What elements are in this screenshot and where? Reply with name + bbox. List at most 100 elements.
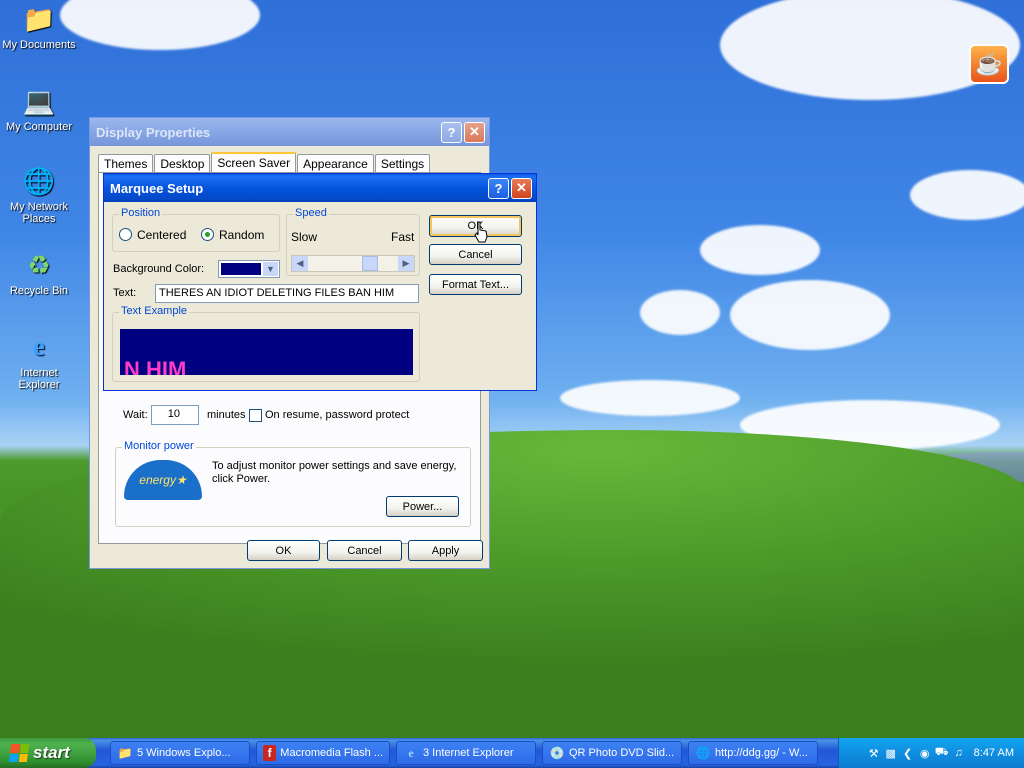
- desktop-icon-my-computer[interactable]: 💻 My Computer: [0, 84, 78, 134]
- network-icon[interactable]: ◉: [918, 746, 932, 760]
- taskbar: start 📁 5 Windows Explo... f Macromedia …: [0, 738, 1024, 768]
- scroll-right-icon[interactable]: ▶: [398, 256, 414, 271]
- help-button[interactable]: ?: [488, 177, 509, 199]
- security-icon[interactable]: ⛟: [935, 746, 949, 760]
- chevron-left-icon[interactable]: ❮: [901, 746, 915, 760]
- energy-star-icon: energy ★: [124, 460, 202, 500]
- web-icon: 🌐: [695, 746, 711, 760]
- background-color-label: Background Color:: [113, 263, 205, 275]
- taskbar-item-internet-explorer[interactable]: e 3 Internet Explorer: [396, 741, 536, 765]
- cancel-button[interactable]: Cancel: [429, 244, 522, 265]
- desktop-icon-internet-explorer[interactable]: e Internet Explorer: [0, 330, 78, 391]
- monitor-power-description: To adjust monitor power settings and sav…: [212, 460, 457, 485]
- group-label: Text Example: [119, 305, 190, 317]
- cloud: [730, 280, 890, 350]
- close-button[interactable]: ✕: [464, 121, 485, 143]
- computer-icon: 💻: [22, 85, 56, 116]
- cancel-button[interactable]: Cancel: [327, 540, 402, 561]
- marquee-text-value: THERES AN IDIOT DELETING FILES BAN HIM: [159, 287, 395, 299]
- mouse-cursor: [474, 221, 488, 243]
- desktop-icon-label: My Computer: [5, 121, 73, 133]
- password-protect-checkbox[interactable]: [249, 409, 262, 422]
- tab-appearance[interactable]: Appearance: [297, 154, 374, 172]
- background-color-picker[interactable]: ▼: [218, 260, 280, 278]
- titlebar: Marquee Setup ? ✕: [104, 174, 536, 202]
- taskbar-item-macromedia-flash[interactable]: f Macromedia Flash ...: [256, 741, 390, 765]
- taskbar-item-label: http://ddg.gg/ - W...: [715, 747, 808, 759]
- folder-icon: 📁: [117, 746, 133, 760]
- tab-screen-saver[interactable]: Screen Saver: [211, 152, 297, 172]
- centered-radio[interactable]: [119, 228, 132, 241]
- taskbar-item-web-browser[interactable]: 🌐 http://ddg.gg/ - W...: [688, 741, 818, 765]
- ok-button[interactable]: OK: [247, 540, 320, 561]
- start-button[interactable]: start: [0, 738, 96, 768]
- taskbar-item-label: 5 Windows Explo...: [137, 747, 231, 759]
- minutes-label: minutes: [207, 409, 246, 421]
- cloud: [560, 380, 740, 416]
- clock[interactable]: 8:47 AM: [974, 747, 1014, 759]
- random-radio[interactable]: [201, 228, 214, 241]
- tab-desktop[interactable]: Desktop: [154, 154, 211, 172]
- window-title: Display Properties: [96, 124, 211, 140]
- group-label: Position: [119, 207, 163, 219]
- password-protect-label: On resume, password protect: [265, 409, 410, 421]
- taskbar-item-label: QR Photo DVD Slid...: [569, 747, 675, 759]
- tools-icon[interactable]: ⚒: [867, 746, 881, 760]
- desktop-icon-label: My Documents: [2, 39, 76, 51]
- monitor-icon[interactable]: ▩: [884, 746, 898, 760]
- cloud: [910, 170, 1024, 220]
- cloud: [60, 0, 260, 50]
- slow-label: Slow: [291, 230, 318, 244]
- random-label: Random: [219, 228, 265, 242]
- slider-thumb[interactable]: [362, 256, 378, 271]
- text-example-group: Text Example N HIM: [112, 305, 420, 382]
- network-icon: 🌐: [22, 165, 56, 196]
- preview-text: N HIM: [124, 357, 187, 375]
- format-text-button[interactable]: Format Text...: [429, 274, 522, 295]
- text-label: Text:: [113, 287, 137, 299]
- speed-slider[interactable]: ◀ ▶: [291, 255, 415, 272]
- wait-label: Wait:: [123, 409, 148, 421]
- desktop-icon-my-network-places[interactable]: 🌐 My Network Places: [0, 164, 78, 226]
- position-group: Position Centered Random: [112, 207, 280, 252]
- tab-strip: Themes Desktop Screen Saver Appearance S…: [98, 152, 431, 172]
- close-button[interactable]: ✕: [511, 177, 532, 199]
- taskbar-item-qr-photo-dvd[interactable]: 💿 QR Photo DVD Slid...: [542, 741, 682, 765]
- flash-icon: f: [263, 745, 277, 761]
- java-app-icon[interactable]: ☕: [969, 44, 1009, 84]
- fast-label: Fast: [391, 230, 415, 244]
- tab-themes[interactable]: Themes: [98, 154, 154, 172]
- marquee-preview: N HIM: [120, 329, 413, 375]
- marquee-text-input[interactable]: THERES AN IDIOT DELETING FILES BAN HIM: [155, 284, 419, 303]
- centered-label: Centered: [137, 228, 187, 242]
- desktop-icon-label: Recycle Bin: [9, 285, 69, 297]
- speed-group: Speed Slow Fast ◀ ▶: [286, 207, 420, 276]
- scroll-left-icon[interactable]: ◀: [292, 256, 308, 271]
- chevron-down-icon[interactable]: ▼: [263, 262, 278, 276]
- volume-icon[interactable]: ♫: [952, 746, 966, 760]
- start-label: start: [33, 743, 70, 762]
- cloud: [700, 225, 820, 275]
- ie-icon: e: [408, 745, 414, 760]
- taskbar-item-label: Macromedia Flash ...: [280, 747, 383, 759]
- ie-icon: e: [33, 332, 45, 361]
- wait-spinner[interactable]: 10: [151, 405, 199, 425]
- color-swatch: [221, 263, 261, 275]
- group-label: Speed: [293, 207, 329, 219]
- desktop-icon-recycle-bin[interactable]: ♻ Recycle Bin: [0, 248, 78, 298]
- monitor-power-group: Monitor power energy ★ To adjust monitor …: [115, 440, 471, 527]
- tab-settings[interactable]: Settings: [374, 154, 431, 172]
- dialog-title: Marquee Setup: [110, 180, 204, 196]
- group-label: Monitor power: [122, 440, 196, 452]
- desktop-icon-my-documents[interactable]: 📁 My Documents: [0, 2, 78, 52]
- desktop-icon-label: My Network Places: [9, 201, 69, 225]
- recycle-bin-icon: ♻: [27, 249, 51, 280]
- windows-logo-icon: [8, 744, 30, 762]
- power-button[interactable]: Power...: [386, 496, 459, 517]
- help-button[interactable]: ?: [441, 121, 462, 143]
- apply-button[interactable]: Apply: [408, 540, 483, 561]
- taskbar-item-label: 3 Internet Explorer: [423, 747, 514, 759]
- energy-logo-text: energy: [139, 473, 176, 487]
- taskbar-item-windows-explorer[interactable]: 📁 5 Windows Explo...: [110, 741, 250, 765]
- cloud: [640, 290, 720, 335]
